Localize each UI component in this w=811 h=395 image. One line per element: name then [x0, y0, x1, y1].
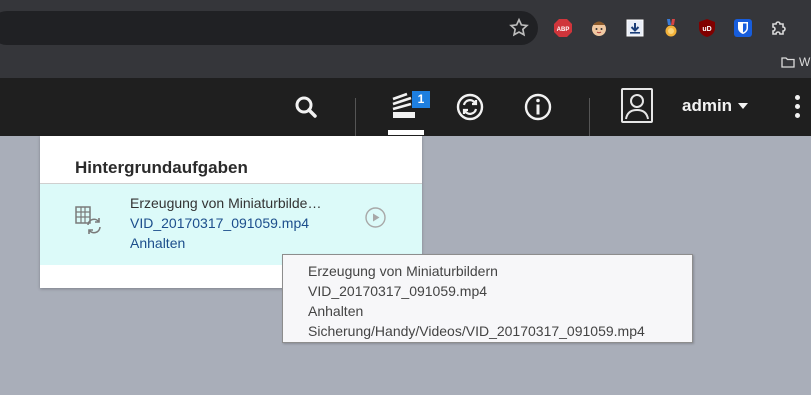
play-icon[interactable] [365, 207, 386, 228]
puzzle-icon[interactable] [769, 18, 789, 38]
tooltip-line: Sicherung/Handy/Videos/VID_20170317_0910… [308, 323, 645, 339]
bookmark-label: W [799, 55, 811, 69]
header-separator [589, 98, 590, 136]
abp-icon[interactable]: ABP [553, 18, 573, 38]
user-icon [625, 94, 649, 120]
abp-text: ABP [557, 27, 570, 33]
search-icon[interactable] [291, 92, 321, 122]
folder-icon [781, 57, 795, 68]
face-extension-icon[interactable] [589, 18, 609, 38]
username[interactable]: admin [682, 96, 732, 116]
ublock-icon[interactable]: uD [697, 18, 717, 38]
ublock-text: uD [702, 26, 711, 33]
thumbnail-task-icon [74, 204, 104, 234]
task-status: Anhalten [130, 235, 186, 251]
tooltip-line: Erzeugung von Miniaturbildern [308, 263, 498, 279]
avatar[interactable] [621, 88, 653, 123]
task-row[interactable]: Erzeugung von Miniaturbilde… VID_2017031… [40, 184, 422, 265]
bookmark-folder[interactable]: W [781, 52, 811, 72]
bitwarden-icon[interactable] [733, 18, 753, 38]
more-options-icon[interactable] [795, 95, 801, 121]
header-separator [355, 98, 356, 136]
bookmark-star-icon[interactable] [508, 17, 530, 39]
browser-toolbar: ABP uD W [0, 0, 811, 78]
task-title: Erzeugung von Miniaturbilde… [130, 195, 322, 211]
notification-badge: 1 [412, 91, 430, 108]
tooltip-line: VID_20170317_091059.mp4 [308, 283, 488, 299]
info-icon[interactable] [523, 92, 553, 122]
task-file: VID_20170317_091059.mp4 [130, 215, 310, 231]
address-bar[interactable] [0, 11, 538, 45]
panel-title: Hintergrundaufgaben [75, 158, 248, 177]
download-extension-icon[interactable] [625, 18, 645, 38]
chevron-down-icon[interactable] [738, 103, 748, 109]
sync-icon[interactable] [455, 92, 485, 122]
task-tooltip: Erzeugung von Miniaturbildern VID_201703… [282, 254, 693, 343]
tooltip-line: Anhalten [308, 303, 364, 319]
medal-extension-icon[interactable] [661, 18, 681, 38]
active-indicator [388, 130, 424, 135]
